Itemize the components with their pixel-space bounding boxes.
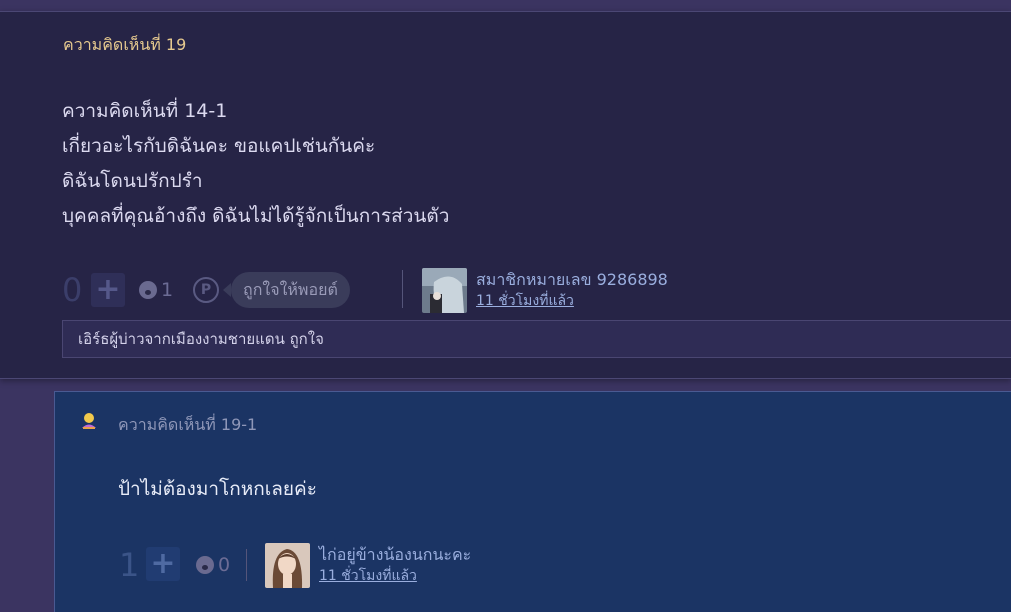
divider <box>246 549 247 581</box>
comment-title: ความคิดเห็นที่ 19 <box>63 35 187 54</box>
plus-icon: + <box>150 546 176 581</box>
user-icon <box>82 413 96 429</box>
comment-19-card: ความคิดเห็นที่ 19 ความคิดเห็นที่ 14-1 เก… <box>0 11 1011 379</box>
emotion-count: 0 <box>218 554 231 576</box>
comment-body-line: บุคคลที่คุณอ้างถึง ดิฉันไม่ได้รู้จักเป็น… <box>62 205 450 227</box>
comment-body: ความคิดเห็นที่ 14-1 เกี่ยวอะไรกับดิฉันคะ… <box>62 94 449 234</box>
time-ago-link[interactable]: 11 ชั่วโมงที่แล้ว <box>319 565 417 587</box>
vote-plus-button[interactable]: + <box>91 273 125 307</box>
comment-title: ความคิดเห็นที่ 19-1 <box>118 415 258 434</box>
comment-body: ป้าไม่ต้องมาโกหกเลยค่ะ <box>118 478 317 500</box>
user-avatar[interactable] <box>422 268 467 313</box>
like-give-point-tooltip: ถูกใจให้พอยต์ <box>223 272 350 308</box>
vote-plus-button[interactable]: + <box>146 547 180 581</box>
vote-count: 0 <box>62 271 83 309</box>
plus-icon: + <box>95 272 121 307</box>
user-avatar[interactable] <box>265 543 310 588</box>
emotion-count: 1 <box>161 279 174 301</box>
emotion-icon <box>196 556 214 574</box>
emotion-button[interactable]: 0 <box>196 554 230 576</box>
comment-body-line: เกี่ยวอะไรกับดิฉันคะ ขอแคปเช่นกันค่ะ <box>62 135 376 157</box>
time-ago-link[interactable]: 11 ชั่วโมงที่แล้ว <box>476 290 574 312</box>
comment-body-line: ความคิดเห็นที่ 14-1 <box>62 100 228 122</box>
emotion-icon <box>139 281 157 299</box>
user-avatar-icon <box>422 268 467 313</box>
emotion-button[interactable]: 1 <box>139 279 173 301</box>
reaction-bar[interactable]: เอิร์ธผู้บ่าวจากเมืองงามชายแดน ถูกใจ <box>62 320 1011 358</box>
comment-body-line: ดิฉันโดนปรักปรำ <box>62 170 203 192</box>
divider <box>402 270 403 308</box>
point-icon[interactable]: P <box>193 277 219 303</box>
vote-count: 1 <box>119 546 140 584</box>
user-avatar-icon <box>265 543 310 588</box>
comment-19-1-card: ความคิดเห็นที่ 19-1 ป้าไม่ต้องมาโกหกเลยค… <box>54 391 1011 612</box>
